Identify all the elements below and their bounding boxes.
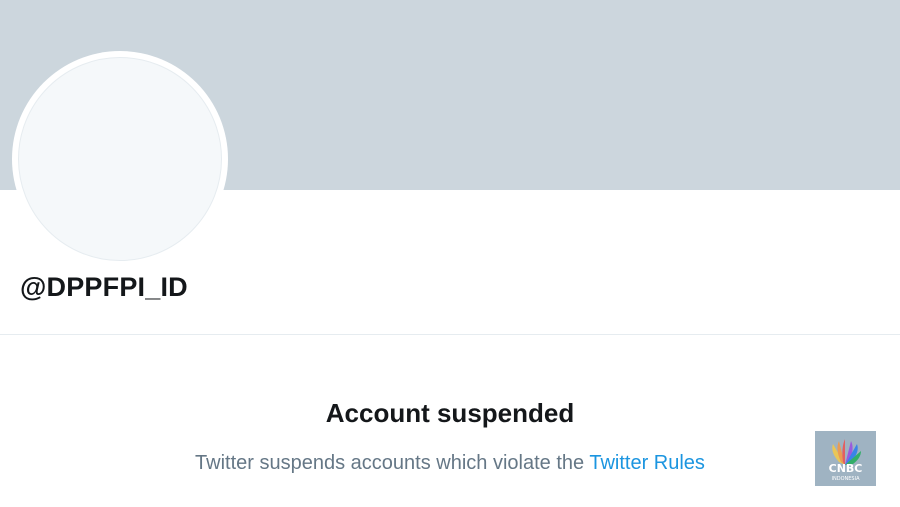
watermark-subtitle: INDONESIA (832, 476, 861, 482)
profile-handle: @DPPFPI_ID (20, 272, 188, 302)
profile-page: @DPPFPI_ID Account suspended Twitter sus… (0, 0, 900, 507)
suspension-message-text: Twitter suspends accounts which violate … (195, 452, 590, 474)
suspension-title: Account suspended (325, 398, 575, 428)
cnbc-peacock-logo-icon: CNBC INDONESIA (815, 431, 876, 486)
watermark-brand: CNBC (829, 462, 863, 475)
profile-divider (0, 334, 900, 335)
cnbc-indonesia-watermark: CNBC INDONESIA (815, 431, 876, 486)
avatar (18, 57, 222, 261)
twitter-rules-link[interactable]: Twitter Rules (589, 452, 705, 474)
suspension-message: Twitter suspends accounts which violate … (0, 452, 900, 475)
